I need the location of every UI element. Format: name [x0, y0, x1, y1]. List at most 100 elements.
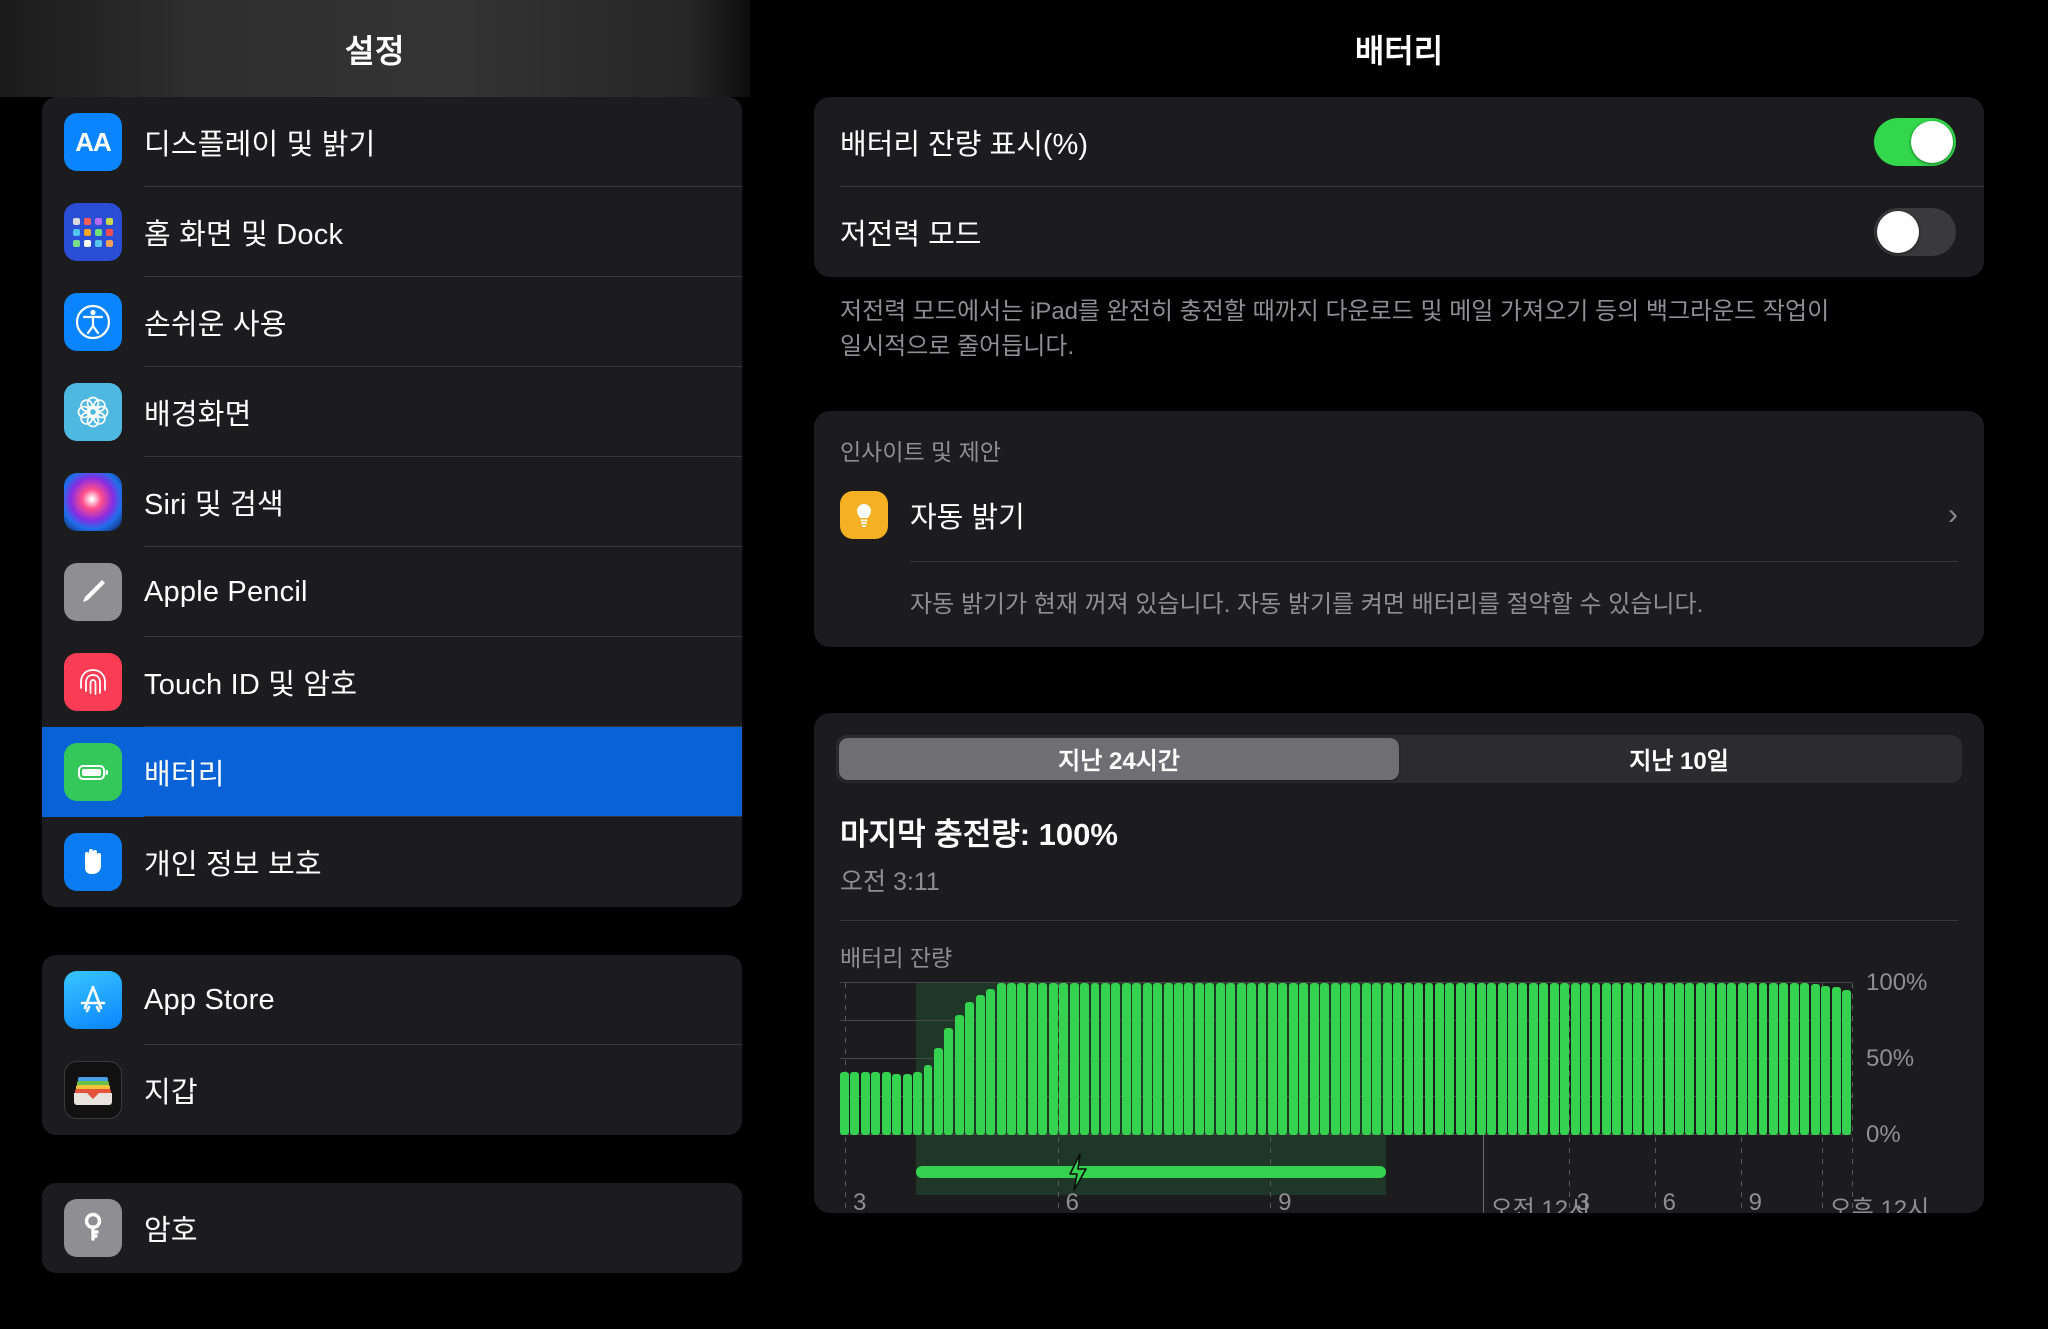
chart-bar	[1810, 984, 1820, 1135]
tab-last-24-hours[interactable]: 지난 24시간	[839, 737, 1399, 780]
chart-x-tick-label: 6	[1065, 1188, 1079, 1213]
chart-bar	[1351, 982, 1361, 1135]
chart-bar	[1445, 982, 1455, 1135]
chart-y-tick-label: 0%	[1866, 1120, 1901, 1148]
chart-bar	[1299, 982, 1309, 1135]
chart-bar	[1643, 982, 1653, 1135]
chart-bar	[1591, 982, 1601, 1135]
sidebar-item-app-store[interactable]: App Store	[42, 955, 742, 1045]
chart-bar	[1789, 982, 1799, 1135]
sidebar-item-privacy[interactable]: 개인 정보 보호	[42, 817, 742, 907]
battery-percentage-label: 배터리 잔량 표시(%)	[840, 129, 1088, 161]
insights-card: 인사이트 및 제안 자동 밝기 › 자동 밝기가 현재 꺼져 있습니다. 자동 …	[814, 410, 1984, 647]
siri-search-icon	[64, 473, 122, 531]
chart-x-tick-label: 오전 12시	[1490, 1195, 1591, 1213]
chart-x-tick-label: 오후 12시	[1829, 1195, 1930, 1213]
chart-bar	[975, 994, 985, 1135]
auto-brightness-row[interactable]: 자동 밝기 ›	[840, 481, 1958, 561]
chart-bar	[1205, 982, 1215, 1135]
chart-bar	[1247, 982, 1256, 1135]
chart-bar	[944, 1028, 954, 1135]
chart-bar	[1142, 982, 1152, 1135]
chart-bar	[986, 988, 996, 1135]
sidebar-scroll-area[interactable]: AA 디스플레이 및 밝기 홈 화면 및 Dock 손쉬운 사용 배경화면 Si…	[0, 97, 750, 1329]
chart-bar	[1476, 982, 1486, 1135]
home-screen-dock-icon	[64, 203, 122, 261]
sidebar-item-wallet[interactable]: 지갑	[42, 1045, 742, 1135]
chart-bar	[923, 1064, 933, 1135]
low-power-mode-toggle[interactable]	[1874, 208, 1956, 256]
chart-bar	[1048, 982, 1058, 1135]
chart-bar	[1434, 982, 1444, 1135]
sidebar-item-display-brightness[interactable]: AA 디스플레이 및 밝기	[42, 97, 742, 187]
ipad-settings-screen: 설정 AA 디스플레이 및 밝기 홈 화면 및 Dock 손쉬운 사용 배경화면…	[0, 0, 2048, 1329]
chart-bar	[1153, 982, 1163, 1135]
last-charge-time: 오전 3:11	[840, 867, 940, 896]
page-title: 배터리	[1354, 32, 1444, 69]
lightbulb-icon	[840, 490, 888, 539]
chart-bar	[871, 1072, 881, 1135]
chart-bar	[1800, 982, 1810, 1135]
privacy-hand-icon	[64, 833, 122, 891]
chart-bar	[1111, 982, 1121, 1135]
chart-bar	[1372, 982, 1382, 1135]
sidebar-item-battery[interactable]: 배터리	[42, 727, 742, 817]
touch-id-icon	[64, 653, 122, 711]
chart-bar	[1007, 982, 1016, 1135]
chart-bar	[1163, 982, 1173, 1135]
chart-bar	[965, 1002, 975, 1135]
chart-bar	[1455, 982, 1465, 1135]
chart-bar	[996, 982, 1006, 1135]
chart-bar	[1633, 982, 1643, 1135]
low-power-mode-note: 저전력 모드에서는 iPad를 완전히 충전할 때까지 다운로드 및 메일 가져…	[840, 298, 1830, 360]
battery-percentage-toggle[interactable]	[1874, 118, 1956, 166]
apple-pencil-icon	[64, 563, 122, 621]
battery-percentage-row[interactable]: 배터리 잔량 표시(%)	[814, 97, 1984, 187]
chart-y-tick-label: 50%	[1866, 1044, 1915, 1072]
chart-bar	[1528, 982, 1538, 1135]
chart-bar	[933, 1047, 943, 1135]
sidebar-item-wallpaper[interactable]: 배경화면	[42, 367, 742, 457]
chart-bar	[1069, 982, 1079, 1135]
chart-x-tick-label: 3	[1576, 1188, 1590, 1213]
time-range-segmented-control[interactable]: 지난 24시간 지난 10일	[836, 734, 1962, 783]
sidebar-item-accessibility[interactable]: 손쉬운 사용	[42, 277, 742, 367]
wallet-icon	[64, 1061, 122, 1119]
sidebar-item-home-screen-dock[interactable]: 홈 화면 및 Dock	[42, 187, 742, 277]
chart-bar	[1727, 982, 1737, 1135]
chart-x-tick-label: 6	[1662, 1188, 1677, 1213]
sidebar-item-label: 디스플레이 및 밝기	[144, 129, 376, 161]
chart-bar	[1414, 982, 1423, 1135]
chart-bar	[1017, 982, 1027, 1135]
sidebar-item-passwords[interactable]: 암호	[42, 1183, 742, 1273]
chart-bar	[1508, 982, 1517, 1135]
chart-bar	[1361, 982, 1371, 1135]
chart-bar	[1497, 982, 1507, 1135]
sidebar-item-siri-search[interactable]: Siri 및 검색	[42, 457, 742, 547]
chart-bar	[1675, 982, 1684, 1135]
chevron-right-icon: ›	[1948, 497, 1958, 531]
chart-bar	[1706, 982, 1716, 1135]
chart-bar	[1737, 982, 1747, 1135]
auto-brightness-description: 자동 밝기가 현재 꺼져 있습니다. 자동 밝기를 켜면 배터리를 절약할 수 …	[910, 590, 1704, 618]
low-power-mode-row[interactable]: 저전력 모드	[814, 187, 1984, 277]
sidebar-item-touch-id[interactable]: Touch ID 및 암호	[42, 637, 742, 727]
chart-title: 배터리 잔량	[840, 944, 953, 971]
charging-indicator-bar	[915, 1165, 1387, 1178]
sidebar-item-label: 배터리	[144, 759, 225, 791]
chart-bar	[1194, 982, 1204, 1135]
chart-bar	[1685, 982, 1695, 1135]
chart-bar	[913, 1072, 922, 1135]
sidebar-item-apple-pencil[interactable]: Apple Pencil	[42, 547, 742, 637]
chart-bar	[1215, 982, 1225, 1135]
chart-bar	[1184, 982, 1194, 1135]
chart-bar	[1518, 982, 1528, 1135]
insights-section-title: 인사이트 및 제안	[840, 438, 1001, 465]
chart-bar	[1695, 982, 1705, 1135]
chart-bar	[1549, 982, 1559, 1135]
chart-bar	[1236, 982, 1246, 1135]
tab-last-10-days[interactable]: 지난 10일	[1399, 738, 1959, 780]
battery-icon	[64, 743, 122, 801]
chart-bar	[1288, 982, 1298, 1135]
chart-bar	[1622, 982, 1632, 1135]
